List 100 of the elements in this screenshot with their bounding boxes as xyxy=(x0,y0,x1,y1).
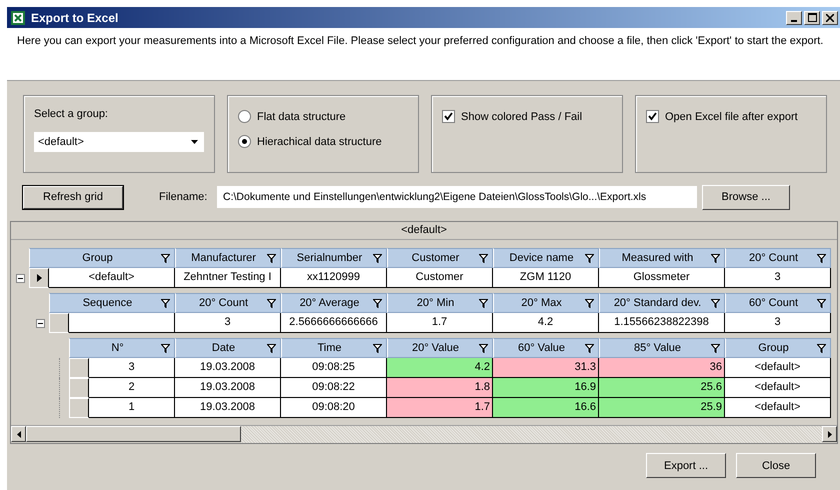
filter-icon[interactable] xyxy=(479,254,488,262)
column-header[interactable]: Group xyxy=(29,248,175,268)
column-header[interactable]: 20° Value xyxy=(387,338,493,358)
row-selector[interactable] xyxy=(69,358,89,378)
column-header[interactable]: 20° Standard dev. xyxy=(599,293,725,313)
filter-icon[interactable] xyxy=(817,344,826,352)
filter-icon[interactable] xyxy=(373,254,382,262)
table-cell: 4.2 xyxy=(387,358,493,378)
scroll-right-button[interactable] xyxy=(822,426,837,442)
filename-field[interactable]: C:\Dokumente und Einstellungen\entwicklung2\Eigene Dateien\GlossTools\Glo...\Export.xls xyxy=(217,186,697,208)
column-header[interactable]: 20° Count xyxy=(175,293,281,313)
table-cell: <default> xyxy=(725,398,831,418)
table-cell: 09:08:22 xyxy=(281,378,387,398)
filter-icon[interactable] xyxy=(711,298,720,308)
scroll-left-button[interactable] xyxy=(11,426,26,442)
collapse-toggle[interactable] xyxy=(36,318,45,328)
grid-caption: <default> xyxy=(11,222,837,240)
dialog-button[interactable]: Close xyxy=(736,453,816,478)
table-cell: ZGM 1120 xyxy=(493,268,599,288)
table-cell: <default> xyxy=(725,378,831,398)
column-header[interactable]: 20° Average xyxy=(281,293,387,313)
filter-icon[interactable] xyxy=(585,298,594,308)
close-icon xyxy=(826,14,834,22)
table-cell: 09:08:20 xyxy=(281,398,387,418)
column-header[interactable]: Serialnumber xyxy=(281,248,387,268)
filter-icon[interactable] xyxy=(585,254,594,262)
filter-icon[interactable] xyxy=(817,254,826,262)
filter-icon[interactable] xyxy=(711,344,720,352)
checkbox[interactable] xyxy=(646,110,659,123)
row-selector[interactable] xyxy=(69,378,89,398)
browse-button[interactable]: Browse ... xyxy=(702,184,790,210)
radio-button[interactable] xyxy=(238,110,251,123)
column-header[interactable]: N° xyxy=(69,338,175,358)
column-header[interactable]: Customer xyxy=(387,248,493,268)
filter-icon[interactable] xyxy=(161,298,170,308)
row-selector[interactable] xyxy=(69,398,89,418)
scroll-thumb[interactable] xyxy=(26,426,241,442)
close-button[interactable] xyxy=(822,10,838,24)
column-header[interactable]: Device name xyxy=(493,248,599,268)
filter-icon[interactable] xyxy=(267,298,276,308)
current-row-icon xyxy=(36,274,42,282)
filter-icon[interactable] xyxy=(711,254,720,262)
filter-icon[interactable] xyxy=(479,298,488,308)
filter-icon[interactable] xyxy=(267,254,276,262)
radio-button[interactable] xyxy=(238,135,251,148)
table-cell: 3 xyxy=(725,313,831,333)
dialog-button[interactable]: Export ... xyxy=(646,453,726,478)
table-cell: 3 xyxy=(175,313,281,333)
column-header[interactable]: Manufacturer xyxy=(175,248,281,268)
table-cell: <default> xyxy=(49,268,175,288)
table-cell: 19.03.2008 xyxy=(175,378,281,398)
checkbox[interactable] xyxy=(442,110,455,123)
table-cell: Glossmeter xyxy=(599,268,725,288)
column-header[interactable]: 85° Value xyxy=(599,338,725,358)
maximize-icon xyxy=(808,13,816,22)
table-cell: 2.5666666666666 xyxy=(281,313,387,333)
dropdown-arrow-icon xyxy=(191,140,198,144)
minimize-button[interactable] xyxy=(786,10,802,24)
table-cell: 1.7 xyxy=(387,398,493,418)
column-header[interactable]: Group xyxy=(725,338,831,358)
column-header[interactable]: Sequence xyxy=(49,293,175,313)
column-header[interactable]: 20° Max xyxy=(493,293,599,313)
filter-icon[interactable] xyxy=(373,298,382,308)
row-selector[interactable] xyxy=(29,268,49,288)
column-header[interactable]: 20° Min xyxy=(387,293,493,313)
table-cell: 4.2 xyxy=(493,313,599,333)
checkbox-label: Open Excel file after export xyxy=(665,110,798,122)
minimize-icon xyxy=(791,20,797,22)
filter-icon[interactable] xyxy=(817,298,826,308)
table-cell: 25.9 xyxy=(599,398,725,418)
filter-icon[interactable] xyxy=(161,254,170,262)
filter-icon[interactable] xyxy=(373,344,382,352)
excel-icon xyxy=(11,10,25,24)
column-header[interactable]: Time xyxy=(281,338,387,358)
left-arrow-icon xyxy=(16,430,20,438)
horizontal-scrollbar[interactable] xyxy=(11,425,837,443)
radio-label: Hierachical data structure xyxy=(257,136,382,148)
refresh-button[interactable]: Refresh grid xyxy=(23,186,123,208)
filename-label: Filename: xyxy=(159,191,208,203)
table-cell: 3 xyxy=(89,358,175,378)
column-header[interactable]: 60° Count xyxy=(725,293,831,313)
column-header[interactable]: 20° Count xyxy=(725,248,831,268)
filter-icon[interactable] xyxy=(479,344,488,352)
description-text: Here you can export your measurements into a Microsoft Excel File. Please select your preferred configuration and choose a file, then click 'Export' to start the export. xyxy=(17,35,824,47)
filter-icon[interactable] xyxy=(161,344,170,352)
row-selector[interactable] xyxy=(49,313,69,333)
checkbox-label: Show colored Pass / Fail xyxy=(461,110,582,122)
table-cell: 09:08:25 xyxy=(281,358,387,378)
table-cell: 19.03.2008 xyxy=(175,398,281,418)
column-header[interactable]: Measured with xyxy=(599,248,725,268)
group-dropdown[interactable]: <default> xyxy=(34,132,204,152)
maximize-button[interactable] xyxy=(804,10,820,24)
collapse-toggle[interactable] xyxy=(16,274,25,282)
filter-icon[interactable] xyxy=(585,344,594,352)
filter-icon[interactable] xyxy=(267,344,276,352)
column-header[interactable]: Date xyxy=(175,338,281,358)
group-label: Select a group: xyxy=(34,108,109,120)
right-arrow-icon xyxy=(828,430,832,438)
table-cell: 3 xyxy=(725,268,831,288)
column-header[interactable]: 60° Value xyxy=(493,338,599,358)
